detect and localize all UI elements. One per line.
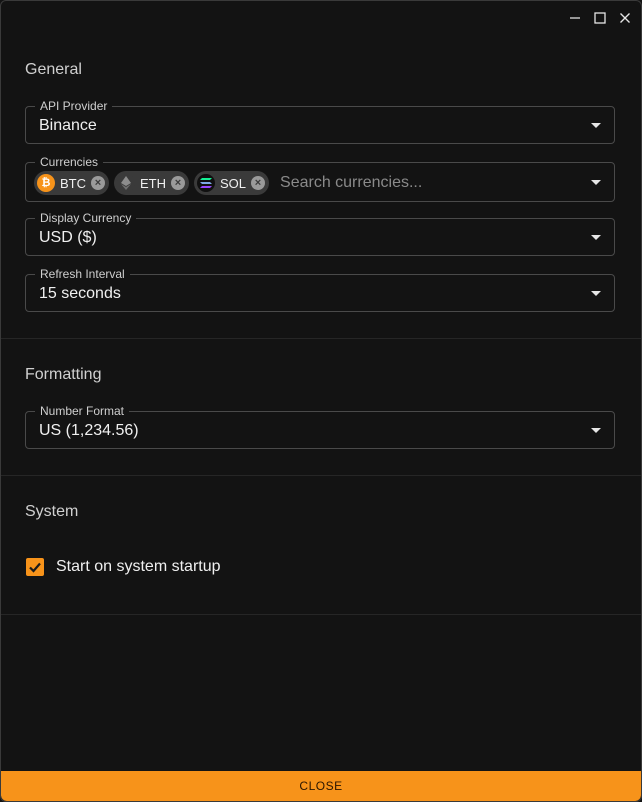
refresh-interval-label: Refresh Interval <box>35 267 130 281</box>
api-provider-value: Binance <box>39 117 97 134</box>
currency-chip-eth[interactable]: ETH × <box>114 171 189 195</box>
checkmark-icon <box>29 562 41 573</box>
remove-chip-icon[interactable]: × <box>171 176 185 190</box>
number-format-label: Number Format <box>35 404 130 418</box>
general-section: General API Provider Binance Currencies … <box>1 1 641 339</box>
display-currency-value: USD ($) <box>39 229 97 246</box>
number-format-value: US (1,234.56) <box>39 422 139 439</box>
chevron-down-icon <box>591 123 601 128</box>
api-provider-select[interactable]: API Provider Binance <box>25 99 615 144</box>
chip-label: ETH <box>140 175 166 191</box>
formatting-section: Formatting Number Format US (1,234.56) <box>1 338 641 476</box>
start-on-startup-option[interactable]: Start on system startup <box>26 558 221 576</box>
section-title-general: General <box>25 61 82 78</box>
number-format-select[interactable]: Number Format US (1,234.56) <box>25 404 615 449</box>
chevron-down-icon <box>591 291 601 296</box>
settings-window: General API Provider Binance Currencies … <box>0 0 642 802</box>
display-currency-label: Display Currency <box>35 211 137 225</box>
currencies-multiselect[interactable]: Currencies ₿ BTC × ETH × SOL × Search cu… <box>25 155 615 202</box>
refresh-interval-select[interactable]: Refresh Interval 15 seconds <box>25 267 615 312</box>
currency-chips: ₿ BTC × ETH × SOL × Search currencies... <box>34 171 541 195</box>
chip-label: BTC <box>60 175 86 191</box>
chevron-down-icon <box>591 428 601 433</box>
chip-label: SOL <box>220 175 247 191</box>
currency-chip-sol[interactable]: SOL × <box>194 171 270 195</box>
solana-icon <box>197 174 215 192</box>
start-on-startup-checkbox[interactable] <box>26 558 44 576</box>
close-button[interactable]: CLOSE <box>1 771 641 801</box>
section-title-system: System <box>25 503 79 520</box>
currencies-label: Currencies <box>35 155 104 169</box>
display-currency-select[interactable]: Display Currency USD ($) <box>25 211 615 256</box>
api-provider-label: API Provider <box>35 99 113 113</box>
currency-search-input[interactable] <box>280 174 541 192</box>
chevron-down-icon <box>591 180 601 185</box>
ethereum-icon <box>117 174 135 192</box>
currency-chip-btc[interactable]: ₿ BTC × <box>34 171 109 195</box>
remove-chip-icon[interactable]: × <box>251 176 266 190</box>
system-section: System <box>1 475 641 615</box>
chevron-down-icon <box>591 235 601 240</box>
section-title-formatting: Formatting <box>25 366 102 383</box>
refresh-interval-value: 15 seconds <box>39 285 121 302</box>
start-on-startup-label: Start on system startup <box>56 558 221 575</box>
remove-chip-icon[interactable]: × <box>91 176 105 190</box>
bitcoin-icon: ₿ <box>37 174 55 192</box>
